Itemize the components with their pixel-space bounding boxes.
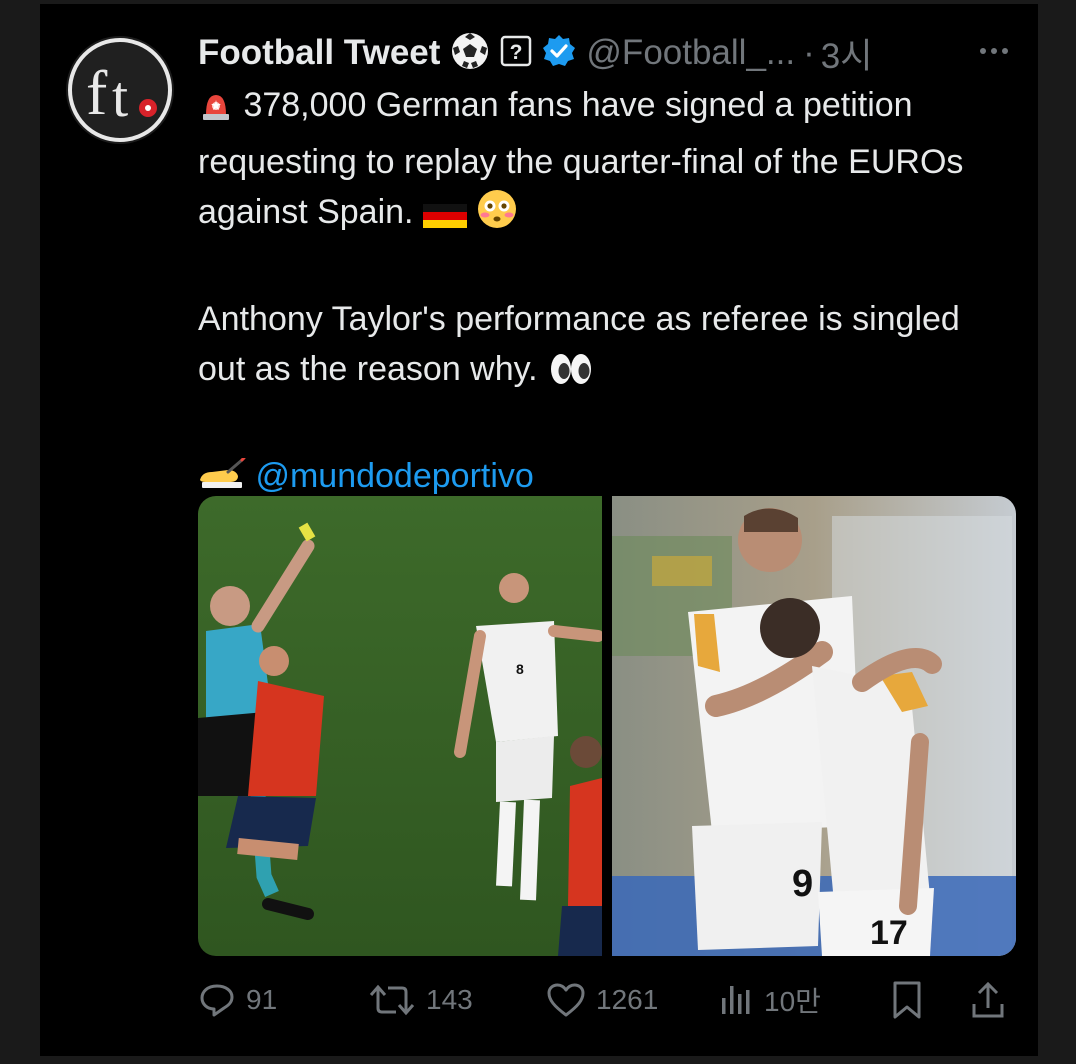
repost-icon [368, 982, 416, 1018]
tweet-header: Football Tweet ? @Football_... · 3시 [198, 30, 872, 76]
heart-icon [546, 982, 586, 1018]
eyes-emoji [547, 351, 595, 401]
german-players-embrace-photo[interactable]: 9 17 [612, 496, 1016, 956]
view-count: 10만 [764, 986, 821, 1017]
tweet-action-bar: 91 143 1261 10만 [198, 975, 1018, 1025]
views-button[interactable]: 10만 [718, 975, 821, 1025]
svg-text:9: 9 [792, 863, 813, 905]
referee-yellow-card-photo[interactable]: 8 [198, 496, 602, 956]
share-button[interactable] [970, 975, 1006, 1025]
like-button[interactable]: 1261 [546, 975, 658, 1025]
svg-text:?: ? [510, 41, 523, 64]
more-dot-icon [1002, 48, 1008, 54]
verified-badge-icon [542, 34, 576, 73]
source-mention-link[interactable]: @mundodeportivo [255, 457, 533, 495]
soccer-ball-icon [450, 31, 490, 76]
timestamp[interactable]: 3시 [821, 28, 873, 79]
analytics-icon [718, 982, 754, 1018]
svg-text:t: t [112, 64, 128, 129]
separator-dot: · [803, 33, 815, 72]
tweet-text: 378,000 German fans have signed a petiti… [198, 80, 998, 508]
bookmark-icon [890, 980, 924, 1020]
share-icon [970, 980, 1006, 1020]
svg-text:17: 17 [870, 914, 908, 952]
author-name[interactable]: Football Tweet [198, 33, 440, 73]
tweet-paragraph-2: Anthony Taylor's performance as referee … [198, 294, 998, 401]
bookmark-button[interactable] [890, 975, 924, 1025]
author-handle[interactable]: @Football_... [586, 33, 795, 73]
svg-text:8: 8 [516, 661, 524, 677]
tweet-line-1: 378,000 German fans have signed a petiti… [198, 86, 964, 231]
help-box-icon: ? [500, 35, 532, 72]
svg-text:f: f [86, 57, 108, 128]
reply-icon [198, 982, 236, 1018]
repost-count: 143 [426, 984, 473, 1015]
like-count: 1261 [596, 984, 659, 1015]
repost-button[interactable]: 143 [368, 975, 473, 1025]
reply-button[interactable]: 91 [198, 975, 277, 1025]
author-avatar[interactable]: f t [66, 36, 174, 144]
police-light-emoji [198, 87, 234, 137]
more-dot-icon [980, 48, 986, 54]
tweet-paragraph-1: 378,000 German fans have signed a petiti… [198, 80, 998, 244]
german-flag-emoji [422, 194, 467, 244]
reply-count: 91 [246, 984, 278, 1015]
more-options-button[interactable] [972, 36, 1016, 66]
flushed-face-emoji [476, 188, 518, 244]
tweet-media-grid[interactable]: 8 9 17 [198, 496, 1016, 956]
more-dot-icon [991, 48, 997, 54]
